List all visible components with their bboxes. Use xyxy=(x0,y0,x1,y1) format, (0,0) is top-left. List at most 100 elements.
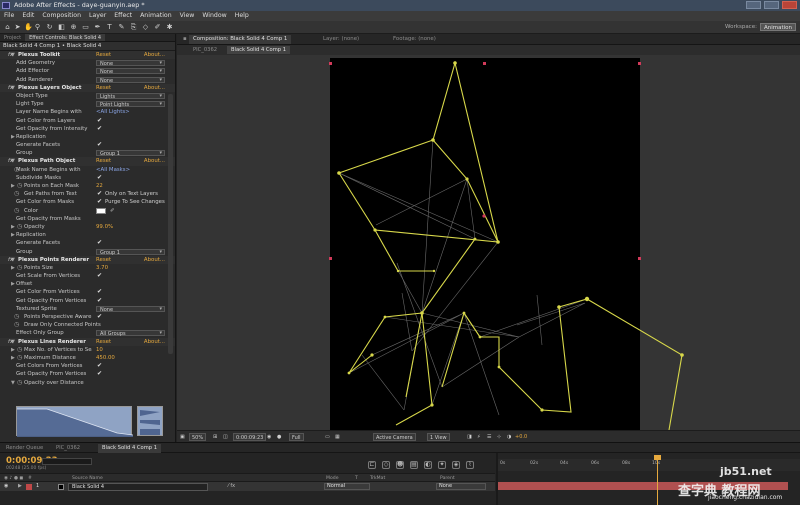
effect-header-plexus-points-renderer[interactable]: ▼ fx Plexus Points Renderer Reset About... xyxy=(0,255,175,264)
minimize-button[interactable] xyxy=(746,1,761,9)
mask-name-value[interactable]: <All Masks> xyxy=(96,166,130,174)
brainstorm-icon[interactable]: ✦ xyxy=(438,461,446,469)
comp-mini-flowchart-icon[interactable]: ⊏ xyxy=(368,461,376,469)
layer-name-value[interactable]: <All Lights> xyxy=(96,108,130,116)
add-geometry-dropdown[interactable]: None xyxy=(96,60,165,67)
home-tool-icon[interactable]: ⌂ xyxy=(4,23,11,31)
opacity-over-distance-graph[interactable] xyxy=(16,406,134,437)
layer-mode-dropdown[interactable]: Normal xyxy=(324,483,370,490)
prop-path-replication[interactable]: ▶ Replication xyxy=(0,231,175,239)
exposure-icon[interactable]: ◑ xyxy=(507,433,511,441)
about-link[interactable]: About... xyxy=(144,256,165,264)
camera-tool-icon[interactable]: ◧ xyxy=(58,23,65,31)
toggle-pixel-aspect-icon[interactable]: ◨ xyxy=(467,433,472,441)
motion-blur-icon[interactable]: ◐ xyxy=(424,461,432,469)
puppet-tool-icon[interactable]: ✱ xyxy=(166,23,173,31)
mask-view-icon[interactable]: ◫ xyxy=(223,433,228,441)
about-link[interactable]: About... xyxy=(144,157,165,165)
menu-help[interactable]: Help xyxy=(235,11,249,21)
hide-shy-layers-icon[interactable]: ☻ xyxy=(396,461,404,469)
tab-effect-controls[interactable]: Effect Controls: Black Solid 4 xyxy=(25,34,106,41)
checkbox-checked[interactable]: ✔ xyxy=(97,313,102,321)
view-layout-dropdown[interactable]: 1 View xyxy=(427,433,450,441)
textured-sprite-dropdown[interactable]: None xyxy=(96,305,165,313)
view-tab-previous[interactable]: PIC_0362 xyxy=(189,46,221,54)
draft-3d-icon[interactable]: ◇ xyxy=(382,461,390,469)
checkbox-checked[interactable]: ✔ xyxy=(97,272,102,280)
expand-layer-icon[interactable]: ▶ xyxy=(18,482,22,491)
reset-link[interactable]: Reset xyxy=(96,84,111,92)
mask-tool-icon[interactable]: ▭ xyxy=(82,23,89,31)
layer-label-color[interactable] xyxy=(26,483,32,490)
layer-name[interactable]: Black Solid 4 xyxy=(68,482,208,491)
rotate-tool-icon[interactable]: ↻ xyxy=(46,23,53,31)
view-tab-current[interactable]: Black Solid 4 Comp 1 xyxy=(227,46,291,54)
menu-file[interactable]: File xyxy=(4,11,14,21)
reset-link[interactable]: Reset xyxy=(96,338,111,346)
checkbox-checked[interactable]: ✔ xyxy=(97,125,102,133)
stopwatch-icon[interactable]: ◷ xyxy=(17,354,22,362)
about-link[interactable]: About... xyxy=(144,84,165,92)
graph-editor-icon[interactable]: ⌇ xyxy=(466,461,474,469)
prop-opacity-over-distance[interactable]: ▼ ◷ Opacity over Distance xyxy=(0,379,175,387)
tab-pic-0362[interactable]: PIC_0362 xyxy=(52,444,84,453)
tab-layer[interactable]: Layer: (none) xyxy=(319,35,363,44)
menu-animation[interactable]: Animation xyxy=(140,11,172,21)
prop-offset[interactable]: ▶ Offset xyxy=(0,280,175,288)
safe-margins-icon[interactable]: ⊞ xyxy=(213,433,217,441)
snapshot-icon[interactable]: ◉ xyxy=(267,433,271,441)
path-group-dropdown[interactable]: Group 1 xyxy=(96,248,165,256)
stopwatch-icon[interactable]: ◷ xyxy=(17,346,22,354)
max-distance-value[interactable]: 450.00 xyxy=(96,354,115,362)
timeline-layer-row[interactable]: ◉ ▶ 1 Black Solid 4 ⁄ fx Normal None xyxy=(0,482,495,491)
type-tool-icon[interactable]: T xyxy=(106,23,113,31)
show-channel-icon[interactable]: ● xyxy=(277,433,281,441)
eraser-tool-icon[interactable]: ◇ xyxy=(142,23,149,31)
tab-composition[interactable]: Composition: Black Solid 4 Comp 1 xyxy=(189,35,292,44)
effect-controls-scrollbar[interactable] xyxy=(168,94,173,354)
reset-link[interactable]: Reset xyxy=(96,51,111,59)
selection-tool-icon[interactable]: ➤ xyxy=(14,23,21,31)
pen-tool-icon[interactable]: ✒ xyxy=(94,23,101,31)
menu-composition[interactable]: Composition xyxy=(42,11,81,21)
fast-previews-icon[interactable]: ⚡ xyxy=(477,433,481,441)
checkbox-checked[interactable]: ✔ xyxy=(97,198,102,206)
prop-replication[interactable]: ▶ Replication xyxy=(0,133,175,141)
checkbox-checked[interactable]: ✔ xyxy=(97,362,102,370)
add-renderer-dropdown[interactable]: None xyxy=(96,76,165,84)
stopwatch-icon[interactable]: ◷ xyxy=(14,207,19,215)
stopwatch-icon[interactable]: ◷ xyxy=(17,379,22,387)
checkbox-checked[interactable]: ✔ xyxy=(97,174,102,182)
about-link[interactable]: About... xyxy=(144,51,165,59)
checkbox-checked[interactable]: ✔ xyxy=(97,239,102,247)
points-each-mask-value[interactable]: 22 xyxy=(96,182,103,190)
stopwatch-icon[interactable]: ◷ xyxy=(14,313,19,321)
checkbox-checked[interactable]: ✔ xyxy=(97,190,102,198)
add-effector-dropdown[interactable]: None xyxy=(96,68,165,75)
checkbox-checked[interactable]: ✔ xyxy=(97,141,102,149)
menu-layer[interactable]: Layer xyxy=(89,11,106,21)
group-dropdown[interactable]: Group 1 xyxy=(96,150,165,157)
timeline-icon[interactable]: ☰ xyxy=(487,433,491,441)
close-button[interactable] xyxy=(782,1,797,9)
stopwatch-icon[interactable]: ◷ xyxy=(14,321,19,329)
effect-header-plexus-toolkit[interactable]: ▼ fx Plexus Toolkit Reset About... xyxy=(0,51,175,60)
current-time-indicator[interactable] xyxy=(657,455,658,505)
zoom-tool-icon[interactable]: ⚲ xyxy=(34,23,41,31)
max-vertices-value[interactable]: 10 xyxy=(96,346,103,354)
about-link[interactable]: About... xyxy=(144,338,165,346)
current-time-field[interactable]: 0:00:09:23 xyxy=(233,433,267,441)
auto-keyframe-icon[interactable]: ◈ xyxy=(452,461,460,469)
light-type-dropdown[interactable]: Point Lights xyxy=(96,101,165,108)
flowchart-icon[interactable]: ⊹ xyxy=(497,433,501,441)
workspace-dropdown[interactable]: Animation xyxy=(759,23,796,31)
curve-preset-buttons[interactable] xyxy=(137,406,163,436)
always-preview-icon[interactable]: ▣ xyxy=(180,433,185,441)
object-type-dropdown[interactable]: Lights xyxy=(96,92,165,100)
reset-link[interactable]: Reset xyxy=(96,256,111,264)
menu-edit[interactable]: Edit xyxy=(22,11,34,21)
clone-tool-icon[interactable]: ⎘ xyxy=(130,23,137,31)
reset-link[interactable]: Reset xyxy=(96,157,111,165)
transparency-grid-icon[interactable]: ▦ xyxy=(335,433,340,441)
resolution-dropdown[interactable]: Full xyxy=(289,433,304,441)
